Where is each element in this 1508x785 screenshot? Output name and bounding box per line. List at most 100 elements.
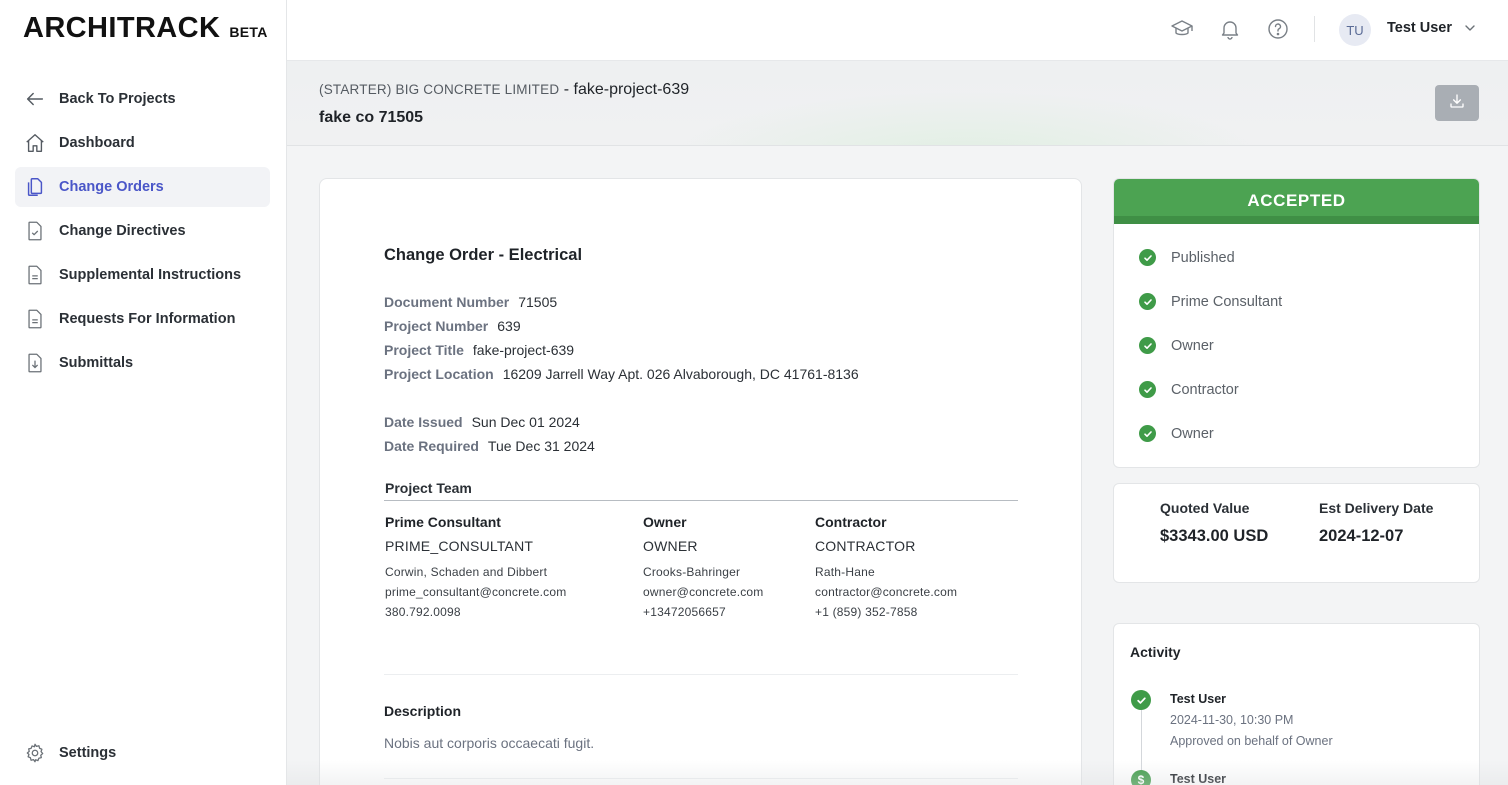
approval-step: Owner: [1139, 337, 1214, 354]
home-icon: [24, 132, 46, 154]
documents-icon: [24, 176, 46, 198]
document-download-icon: [24, 352, 46, 374]
team-company: Corwin, Schaden and Dibbert: [385, 565, 548, 579]
arrow-left-icon: [24, 88, 46, 110]
team-role: Prime Consultant: [385, 514, 501, 530]
sidebar-item-submittals[interactable]: Submittals: [15, 343, 270, 383]
status-badge: ACCEPTED: [1114, 179, 1479, 224]
field-value: Sun Dec 01 2024: [471, 414, 580, 430]
team-member-owner: Owner OWNER Crooks-Bahringer owner@concr…: [643, 514, 764, 622]
activity-title: Activity: [1130, 644, 1181, 660]
check-circle-icon: [1139, 293, 1156, 310]
approval-step: Owner: [1139, 425, 1214, 442]
sidebar-settings: Settings: [15, 733, 270, 777]
academic-cap-icon[interactable]: [1170, 17, 1194, 41]
field-date-issued: Date Issued Sun Dec 01 2024: [384, 414, 580, 430]
sidebar-item-back-to-projects[interactable]: Back To Projects: [15, 79, 270, 119]
field-label: Document Number: [384, 294, 510, 310]
top-bar: TU Test User: [287, 0, 1508, 61]
activity-card: Activity Test User 2024-11-30, 10:30 PM …: [1113, 623, 1480, 785]
approval-step-label: Contractor: [1171, 381, 1239, 398]
team-phone[interactable]: 380.792.0098: [385, 602, 566, 622]
page-title: fake co 71505: [319, 109, 424, 126]
description-text: Nobis aut corporis occaecati fugit.: [384, 735, 595, 751]
team-role: Contractor: [815, 514, 887, 530]
sidebar: ARCHITRACK BETA Back To Projects Dashboa…: [0, 0, 287, 785]
team-phone[interactable]: +13472056657: [643, 602, 764, 622]
company-name: (STARTER) BIG CONCRETE LIMITED: [319, 82, 560, 97]
activity-time: 2024-11-30, 10:30 PM: [1170, 713, 1294, 727]
logo-text: ARCHITRACK: [23, 12, 221, 44]
project-name: fake-project-639: [573, 81, 690, 98]
team-email[interactable]: prime_consultant@concrete.com: [385, 582, 566, 602]
team-member-prime-consultant: Prime Consultant PRIME_CONSULTANT Corwin…: [385, 514, 566, 622]
sidebar-item-settings[interactable]: Settings: [15, 733, 270, 773]
field-value: 639: [497, 318, 521, 334]
check-circle-icon: [1139, 381, 1156, 398]
description-title: Description: [384, 703, 462, 719]
sidebar-item-label: Submittals: [59, 355, 134, 371]
sidebar-item-change-orders[interactable]: Change Orders: [15, 167, 270, 207]
document-check-icon: [24, 220, 46, 242]
field-label: Date Required: [384, 438, 479, 454]
avatar[interactable]: TU: [1339, 14, 1371, 46]
team-role-code: CONTRACTOR: [815, 538, 916, 554]
sidebar-item-label: Change Directives: [59, 223, 186, 239]
team-company: Crooks-Bahringer: [643, 565, 741, 579]
field-project-location: Project Location 16209 Jarrell Way Apt. 0…: [384, 366, 859, 382]
approval-step: Published: [1139, 249, 1235, 266]
check-circle-icon: [1131, 690, 1151, 710]
sidebar-nav: Back To Projects Dashboard Change Orders…: [15, 79, 270, 387]
app-logo[interactable]: ARCHITRACK BETA: [23, 12, 268, 45]
team-phone[interactable]: +1 (859) 352-7858: [815, 602, 957, 622]
est-delivery-date-value: 2024-12-07: [1319, 527, 1404, 545]
field-project-title: Project Title fake-project-639: [384, 342, 574, 358]
divider: [384, 778, 1018, 779]
team-email[interactable]: contractor@concrete.com: [815, 582, 957, 602]
chevron-down-icon[interactable]: [1462, 20, 1478, 36]
sidebar-item-supplemental-instructions[interactable]: Supplemental Instructions: [15, 255, 270, 295]
project-header: (STARTER) BIG CONCRETE LIMITED - fake-pr…: [287, 61, 1508, 146]
gear-icon: [24, 742, 46, 764]
field-document-number: Document Number 71505: [384, 294, 557, 310]
document-text-icon: [24, 308, 46, 330]
team-role: Owner: [643, 514, 687, 530]
document-text-icon: [24, 264, 46, 286]
field-value: 16209 Jarrell Way Apt. 026 Alvaborough, …: [502, 366, 859, 382]
user-name[interactable]: Test User: [1387, 20, 1452, 36]
project-team-title: Project Team: [385, 480, 472, 496]
sidebar-item-requests-for-information[interactable]: Requests For Information: [15, 299, 270, 339]
check-circle-icon: [1139, 337, 1156, 354]
topbar-divider: [1314, 16, 1315, 42]
team-role-code: OWNER: [643, 538, 698, 554]
approval-step: Contractor: [1139, 381, 1239, 398]
change-order-document: Change Order - Electrical Document Numbe…: [319, 178, 1082, 785]
sidebar-item-label: Dashboard: [59, 135, 135, 151]
header-glow: [667, 91, 1267, 145]
header-separator: -: [559, 81, 574, 98]
sidebar-item-dashboard[interactable]: Dashboard: [15, 123, 270, 163]
field-label: Date Issued: [384, 414, 463, 430]
field-value: fake-project-639: [472, 342, 575, 358]
help-icon[interactable]: [1266, 17, 1290, 41]
approval-step-label: Owner: [1171, 337, 1214, 354]
field-label: Project Number: [384, 318, 489, 334]
approval-step-label: Published: [1171, 249, 1235, 266]
download-button[interactable]: [1435, 85, 1479, 121]
activity-user: Test User: [1170, 692, 1227, 706]
team-email[interactable]: owner@concrete.com: [643, 582, 764, 602]
est-delivery-date-label: Est Delivery Date: [1319, 500, 1434, 516]
sidebar-item-label: Requests For Information: [59, 311, 236, 327]
sidebar-item-label: Change Orders: [59, 179, 164, 195]
sidebar-item-change-directives[interactable]: Change Directives: [15, 211, 270, 251]
field-label: Project Location: [384, 366, 494, 382]
field-date-required: Date Required Tue Dec 31 2024: [384, 438, 595, 454]
bell-icon[interactable]: [1218, 17, 1242, 41]
quoted-value-amount: $3343.00 USD: [1160, 527, 1269, 545]
header-breadcrumb: (STARTER) BIG CONCRETE LIMITED - fake-pr…: [319, 81, 689, 99]
team-member-contractor: Contractor CONTRACTOR Rath-Hane contract…: [815, 514, 957, 622]
document-title: Change Order - Electrical: [384, 246, 583, 264]
divider: [384, 500, 1018, 501]
divider: [384, 674, 1018, 675]
field-value: 71505: [518, 294, 558, 310]
